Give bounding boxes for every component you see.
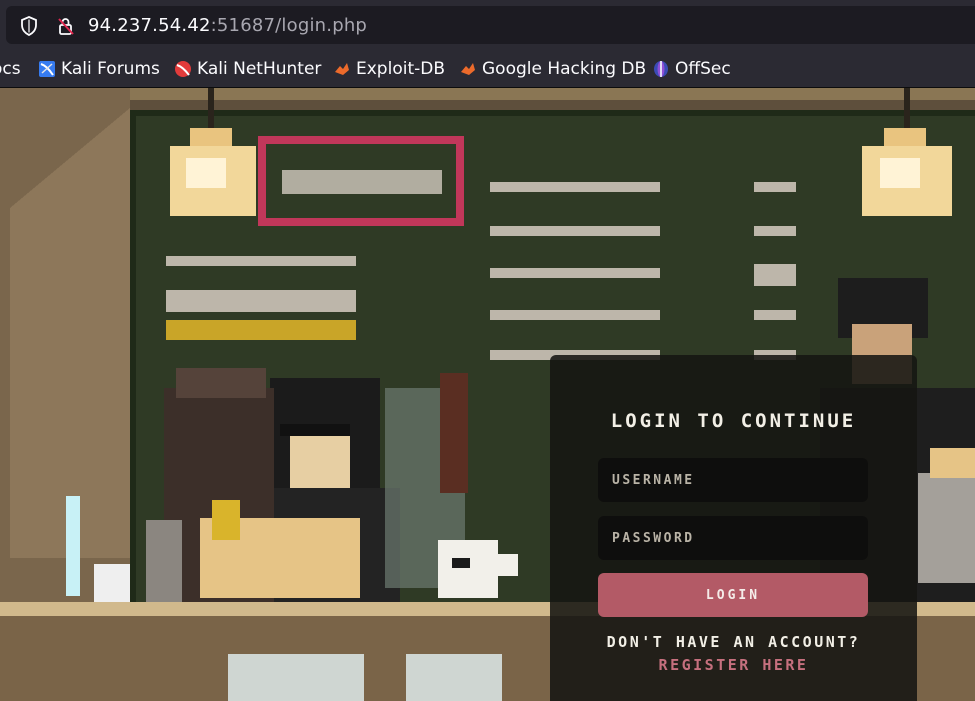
url-path: :51687/login.php — [210, 15, 368, 36]
username-input[interactable] — [598, 458, 868, 502]
ghdb-icon — [461, 63, 475, 75]
kali-forums-icon — [39, 61, 55, 77]
login-title: LOGIN TO CONTINUE — [610, 410, 857, 432]
exploit-db-icon — [335, 63, 349, 75]
bookmark-label: Kali NetHunter — [197, 59, 322, 79]
bookmark-exploit-db[interactable]: Exploit-DB — [333, 58, 445, 80]
bookmark-label: Exploit-DB — [356, 59, 445, 79]
kali-nethunter-icon — [175, 61, 191, 77]
login-button[interactable]: LOGIN — [598, 573, 868, 617]
bookmark-label: ocs — [0, 59, 21, 79]
register-link[interactable]: REGISTER HERE — [550, 656, 917, 674]
bookmark-google-hacking-db[interactable]: Google Hacking DB — [459, 58, 646, 80]
bookmark-label: OffSec — [675, 59, 731, 79]
bookmarks-toolbar: ocs Kali Forums Kali NetHunter Exploit-D… — [0, 50, 975, 88]
insecure-lock-icon[interactable] — [56, 16, 76, 36]
bookmark-offsec[interactable]: OffSec — [652, 58, 731, 80]
bookmark-kali-nethunter[interactable]: Kali NetHunter — [174, 58, 321, 80]
url-host: 94.237.54.42 — [88, 15, 211, 36]
offsec-icon — [654, 61, 668, 77]
no-account-text: DON'T HAVE AN ACCOUNT? — [606, 633, 861, 651]
url-text[interactable]: 94.237.54.42:51687/login.php — [88, 15, 367, 36]
tracking-protection-shield-icon[interactable] — [20, 16, 38, 36]
bookmark-kali-forums[interactable]: Kali Forums — [38, 58, 160, 80]
bookmark-label: Kali Forums — [61, 59, 160, 79]
bookmark-kali-docs[interactable]: ocs — [0, 58, 21, 80]
address-bar[interactable]: 94.237.54.42:51687/login.php — [6, 6, 975, 44]
bookmark-label: Google Hacking DB — [482, 59, 647, 79]
password-input[interactable] — [598, 516, 868, 560]
browser-toolbar: 94.237.54.42:51687/login.php — [0, 0, 975, 50]
